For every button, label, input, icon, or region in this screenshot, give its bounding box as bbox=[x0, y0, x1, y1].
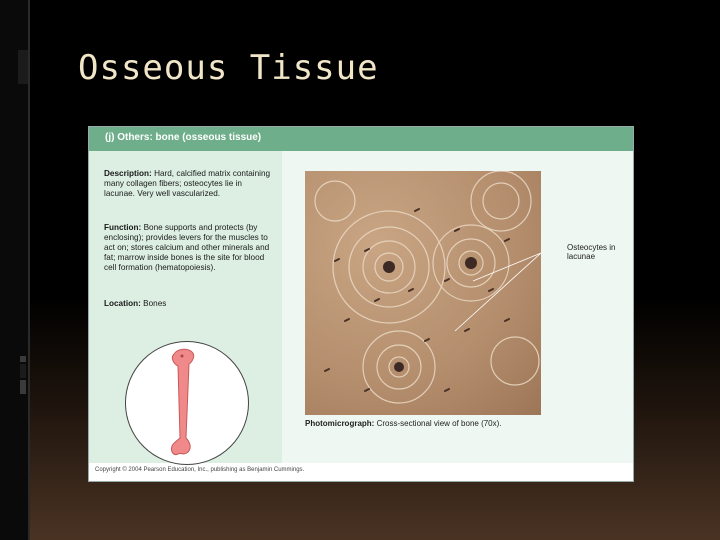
description-paragraph: Description: Hard, calcified matrix cont… bbox=[104, 169, 272, 199]
deco-block-3 bbox=[20, 380, 26, 394]
deco-block-1 bbox=[20, 356, 26, 362]
osteon-texture bbox=[314, 171, 541, 404]
function-paragraph: Function: Bone supports and protects (by… bbox=[104, 223, 272, 273]
left-vertical-line bbox=[28, 0, 30, 540]
figure-panel: (j) Others: bone (osseous tissue) Descri… bbox=[88, 126, 634, 482]
panel-header-text: (j) Others: bone (osseous tissue) bbox=[105, 132, 262, 143]
bone-location-illustration bbox=[125, 341, 249, 465]
copyright-notice: Copyright © 2004 Pearson Education, Inc.… bbox=[95, 467, 305, 473]
function-label: Function: bbox=[104, 223, 142, 232]
bone-photomicrograph bbox=[305, 171, 541, 415]
femur-icon bbox=[171, 348, 195, 455]
photomicrograph-caption: Photomicrograph: Cross-sectional view of… bbox=[305, 419, 502, 428]
caption-label: Photomicrograph: bbox=[305, 419, 375, 428]
location-label: Location: bbox=[104, 299, 141, 308]
osteocytes-label: Osteocytes in lacunae bbox=[567, 243, 616, 261]
panel-header: (j) Others: bone (osseous tissue) bbox=[89, 127, 633, 151]
location-text: Bones bbox=[143, 299, 167, 308]
caption-text: Cross-sectional view of bone (70x). bbox=[376, 419, 502, 428]
photomicrograph-area: Osteocytes in lacunae Photomicrograph: C… bbox=[282, 151, 633, 463]
deco-block-2 bbox=[20, 364, 26, 378]
description-label: Description: bbox=[104, 169, 152, 178]
location-paragraph: Location: Bones bbox=[104, 299, 272, 309]
deco-block-top bbox=[18, 50, 28, 84]
slide-title: Osseous Tissue bbox=[78, 48, 379, 88]
text-column: Description: Hard, calcified matrix cont… bbox=[89, 151, 282, 465]
